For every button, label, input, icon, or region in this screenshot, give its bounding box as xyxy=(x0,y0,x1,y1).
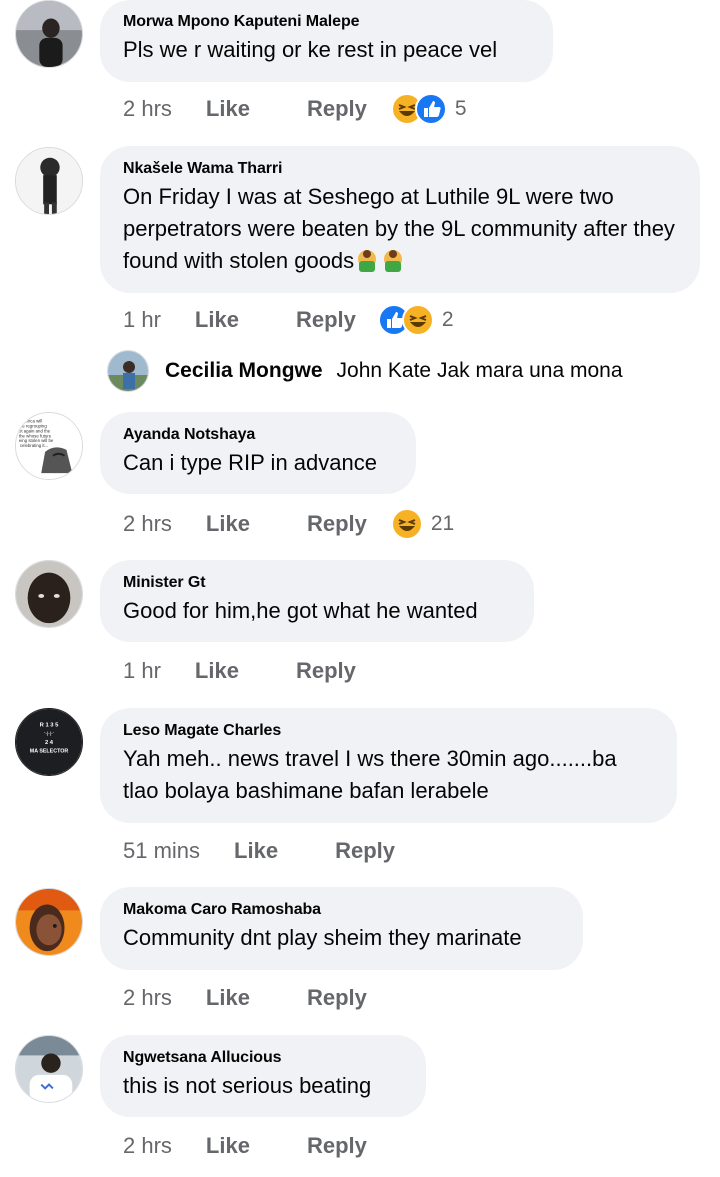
comment-bubble: Minister Gt Good for him,he got what he … xyxy=(100,560,534,642)
like-button[interactable]: Like xyxy=(206,511,250,537)
like-reaction-icon xyxy=(414,93,447,125)
like-button[interactable]: Like xyxy=(195,658,239,684)
timestamp[interactable]: 2 hrs xyxy=(123,96,172,122)
comment-actions: 2 hrs Like Reply 21 xyxy=(123,508,454,540)
timestamp[interactable]: 2 hrs xyxy=(123,511,172,537)
reaction-count: 21 xyxy=(430,512,455,535)
comment-actions: 1 hr Like Reply 2 xyxy=(123,304,454,336)
comment-text: Good for him,he got what he wanted xyxy=(123,598,478,623)
avatar-text: 2 4 xyxy=(45,740,54,746)
reaction-count: 2 xyxy=(441,308,454,331)
commenter-name[interactable]: Leso Magate Charles xyxy=(123,721,655,741)
like-button[interactable]: Like xyxy=(195,307,239,333)
like-button[interactable]: Like xyxy=(234,838,278,864)
comment-bubble: Makoma Caro Ramoshaba Community dnt play… xyxy=(100,887,583,970)
timestamp[interactable]: 51 mins xyxy=(123,838,200,864)
reactions[interactable]: 2 xyxy=(377,304,454,336)
poster-avatar-image: Africa will be regrouping ot again and t… xyxy=(16,413,82,479)
commenter-name[interactable]: Ayanda Notshaya xyxy=(123,425,394,445)
like-button[interactable]: Like xyxy=(206,985,250,1011)
comment-bubble: Nkašele Wama Tharri On Friday I was at S… xyxy=(100,146,700,293)
avatar[interactable] xyxy=(15,147,83,215)
comment-actions: 2 hrs Like Reply xyxy=(123,1130,367,1162)
reply-avatar xyxy=(107,350,149,392)
haha-reaction-icon xyxy=(390,508,423,540)
comment-text: Yah meh.. news travel I ws there 30min a… xyxy=(123,746,617,803)
reply-button[interactable]: Reply xyxy=(307,1133,367,1159)
haha-reaction-icon xyxy=(401,304,434,336)
commenter-name[interactable]: Morwa Mpono Kaputeni Malepe xyxy=(123,12,531,32)
comment-text: this is not serious beating xyxy=(123,1073,372,1098)
avatar[interactable]: R 1 3 5 '-|-|-' 2 4 MA SELECTOR xyxy=(15,708,83,776)
commenter-name[interactable]: Nkašele Wama Tharri xyxy=(123,159,678,179)
avatar[interactable] xyxy=(15,1035,83,1103)
comment-bubble: Leso Magate Charles Yah meh.. news trave… xyxy=(100,708,677,823)
comment-text: Can i type RIP in advance xyxy=(123,450,377,475)
timestamp[interactable]: 1 hr xyxy=(123,307,161,333)
timestamp[interactable]: 1 hr xyxy=(123,658,161,684)
comment-bubble: Morwa Mpono Kaputeni Malepe Pls we r wai… xyxy=(100,0,553,82)
commenter-name[interactable]: Makoma Caro Ramoshaba xyxy=(123,900,561,920)
commenter-name[interactable]: Minister Gt xyxy=(123,573,512,593)
reaction-count: 5 xyxy=(454,97,467,120)
facepalm-emoji-icon xyxy=(384,250,403,272)
avatar-text: celebrating it... xyxy=(20,443,48,448)
avatar[interactable] xyxy=(15,888,83,956)
reply-author[interactable]: Cecilia Mongwe xyxy=(165,359,323,383)
comment-bubble: Ngwetsana Allucious this is not serious … xyxy=(100,1035,426,1117)
timestamp[interactable]: 2 hrs xyxy=(123,1133,172,1159)
reactions[interactable]: 21 xyxy=(390,508,455,540)
reply-preview[interactable]: Cecilia Mongwe John Kate Jak mara una mo… xyxy=(107,350,623,392)
comment-text: Pls we r waiting or ke rest in peace vel xyxy=(123,37,498,62)
reply-button[interactable]: Reply xyxy=(307,511,367,537)
avatar[interactable] xyxy=(15,0,83,68)
facepalm-emoji-icon xyxy=(358,250,377,272)
reply-text: John Kate Jak mara una mona xyxy=(336,359,623,382)
avatar[interactable]: Africa will be regrouping ot again and t… xyxy=(15,412,83,480)
reply-button[interactable]: Reply xyxy=(307,985,367,1011)
comment-actions: 2 hrs Like Reply 5 xyxy=(123,93,467,125)
commenter-name[interactable]: Ngwetsana Allucious xyxy=(123,1048,404,1068)
avatar-text: '-|-|-' xyxy=(44,731,53,737)
ma-selector-logo: R 1 3 5 '-|-|-' 2 4 MA SELECTOR xyxy=(16,709,82,775)
reactions[interactable]: 5 xyxy=(390,93,467,125)
reply-button[interactable]: Reply xyxy=(307,96,367,122)
comment-actions: 2 hrs Like Reply xyxy=(123,982,367,1014)
timestamp[interactable]: 2 hrs xyxy=(123,985,172,1011)
avatar[interactable] xyxy=(15,560,83,628)
like-button[interactable]: Like xyxy=(206,1133,250,1159)
comment-bubble: Ayanda Notshaya Can i type RIP in advanc… xyxy=(100,412,416,494)
comment-text: On Friday I was at Seshego at Luthile 9L… xyxy=(123,181,678,277)
like-button[interactable]: Like xyxy=(206,96,250,122)
reply-button[interactable]: Reply xyxy=(296,307,356,333)
comment-actions: 51 mins Like Reply xyxy=(123,835,395,867)
avatar-text: R 1 3 5 xyxy=(40,722,60,728)
comment-text: Community dnt play sheim they marinate xyxy=(123,925,522,950)
avatar-text: MA SELECTOR xyxy=(30,749,69,755)
reply-button[interactable]: Reply xyxy=(335,838,395,864)
reply-button[interactable]: Reply xyxy=(296,658,356,684)
comment-actions: 1 hr Like Reply xyxy=(123,655,356,687)
